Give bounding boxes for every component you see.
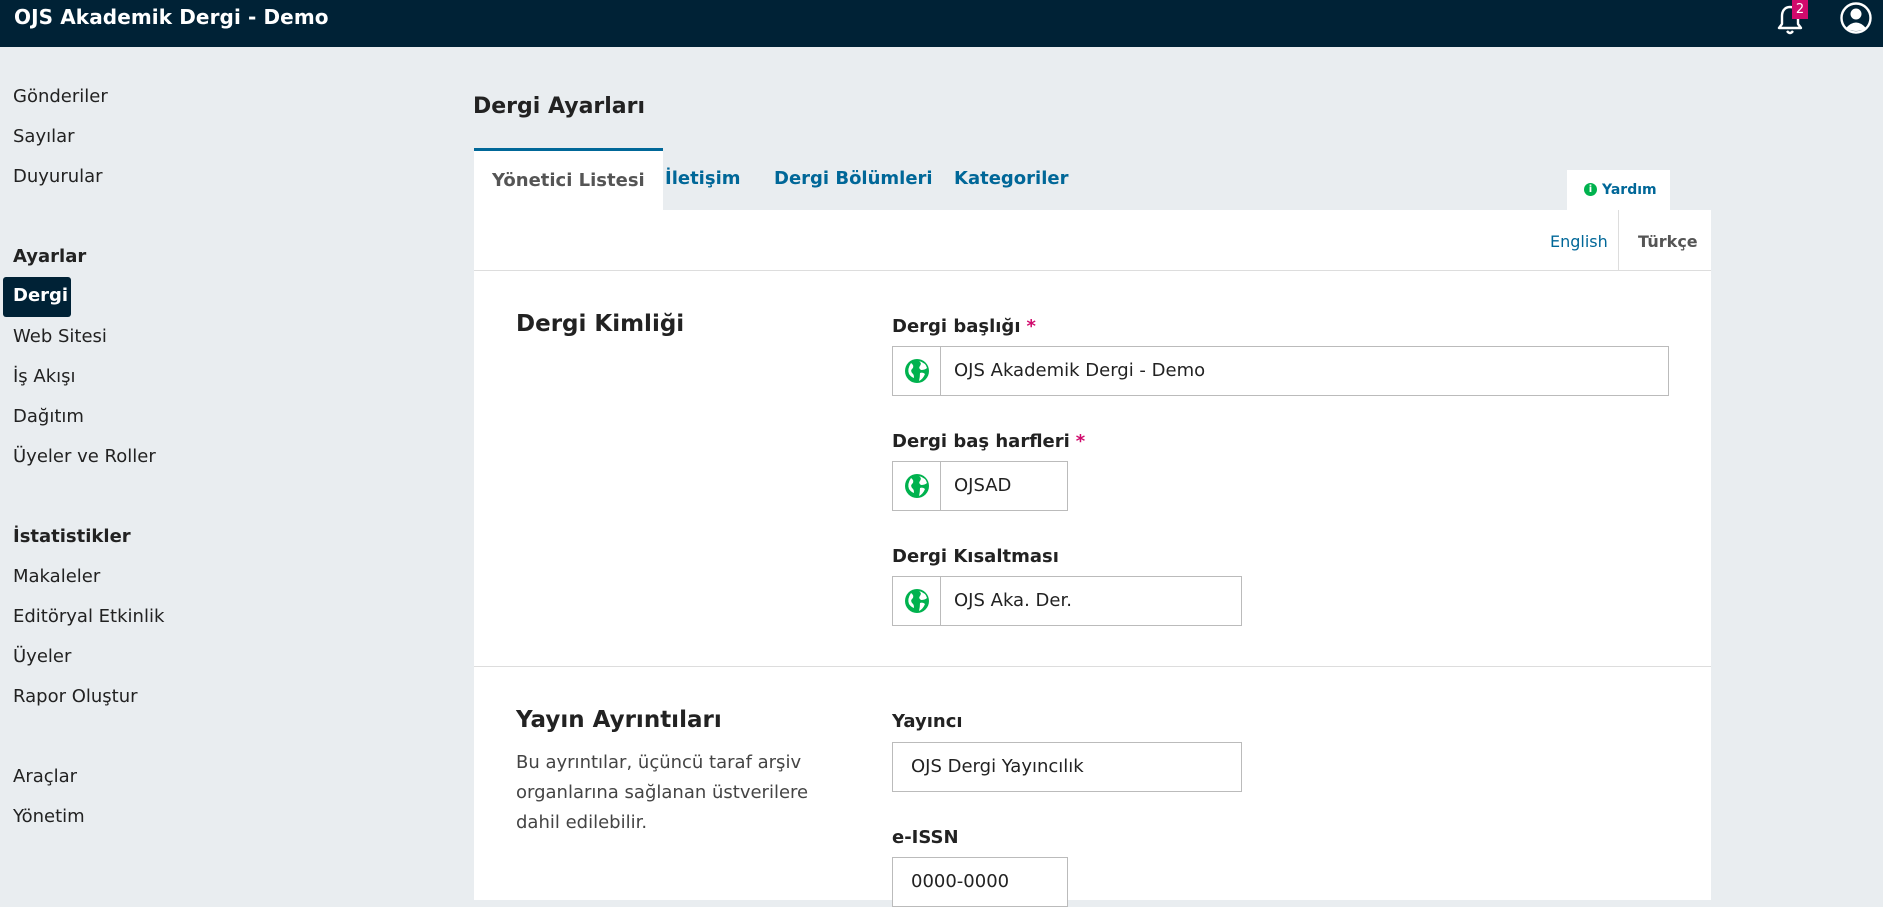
section-title-publishing: Yayın Ayrıntıları	[516, 707, 722, 733]
info-icon: i	[1584, 183, 1597, 196]
settings-panel: English Türkçe Dergi Kimliği Dergi başlı…	[474, 210, 1711, 907]
journal-initials-label-text: Dergi baş harfleri	[892, 431, 1070, 452]
language-switcher: English Türkçe	[474, 210, 1711, 271]
globe-button[interactable]	[893, 462, 941, 510]
section-title-identity: Dergi Kimliği	[516, 311, 685, 337]
sidebar-item-users-roles[interactable]: Üyeler ve Roller	[13, 446, 156, 467]
user-icon	[1840, 2, 1872, 34]
app-title[interactable]: OJS Akademik Dergi - Demo	[14, 5, 329, 29]
journal-abbreviation-label: Dergi Kısaltması	[892, 546, 1059, 567]
sidebar-item-issues[interactable]: Sayılar	[13, 126, 75, 147]
notification-count-badge: 2	[1792, 0, 1808, 19]
sidebar-item-journal[interactable]: Dergi	[3, 277, 71, 317]
eissn-label: e-ISSN	[892, 827, 959, 848]
journal-initials-field[interactable]: OJSAD	[892, 461, 1068, 511]
journal-initials-label: Dergi baş harfleri *	[892, 431, 1085, 452]
tab-masthead[interactable]: Yönetici Listesi	[474, 148, 663, 210]
globe-button[interactable]	[893, 347, 941, 395]
sidebar-item-generate-report[interactable]: Rapor Oluştur	[13, 686, 138, 707]
sidebar-item-submissions[interactable]: Gönderiler	[13, 86, 108, 107]
sidebar-item-users[interactable]: Üyeler	[13, 646, 71, 667]
section-description-publishing: Bu ayrıntılar, üçüncü taraf arşiv organl…	[516, 752, 809, 833]
page-title: Dergi Ayarları	[473, 94, 646, 119]
sidebar-item-announcements[interactable]: Duyurular	[13, 166, 103, 187]
language-turkish[interactable]: Türkçe	[1618, 210, 1711, 271]
publisher-label: Yayıncı	[892, 711, 963, 732]
required-mark: *	[1026, 316, 1036, 337]
journal-title-label-text: Dergi başlığı	[892, 316, 1021, 337]
sidebar-item-website[interactable]: Web Sitesi	[13, 326, 107, 347]
journal-title-label: Dergi başlığı *	[892, 316, 1036, 337]
sidebar-heading-settings: Ayarlar	[13, 246, 87, 267]
sidebar-item-administration[interactable]: Yönetim	[13, 806, 85, 827]
sidebar-item-journal-label: Dergi	[13, 285, 69, 306]
tab-categories[interactable]: Kategoriler	[954, 148, 1068, 210]
publisher-value: OJS Dergi Yayıncılık	[911, 756, 1084, 777]
language-turkish-label: Türkçe	[1638, 232, 1698, 251]
help-button[interactable]: i Yardım	[1567, 170, 1670, 210]
journal-abbreviation-field[interactable]: OJS Aka. Der.	[892, 576, 1242, 626]
globe-icon	[905, 474, 929, 498]
tab-contact[interactable]: İletişim	[665, 148, 741, 210]
help-label: Yardım	[1602, 182, 1657, 198]
eissn-value: 0000-0000	[911, 871, 1010, 892]
publisher-field[interactable]: OJS Dergi Yayıncılık	[892, 742, 1242, 792]
globe-icon	[905, 359, 929, 383]
sidebar: Gönderiler Sayılar Duyurular Ayarlar Der…	[0, 47, 250, 900]
sidebar-item-workflow[interactable]: İş Akışı	[13, 366, 76, 387]
sidebar-item-distribution[interactable]: Dağıtım	[13, 406, 84, 427]
section-divider	[474, 666, 1711, 667]
tab-sections[interactable]: Dergi Bölümleri	[774, 148, 933, 210]
sidebar-item-tools[interactable]: Araçlar	[13, 766, 77, 787]
required-mark: *	[1075, 431, 1086, 452]
sidebar-heading-statistics: İstatistikler	[13, 526, 131, 547]
journal-title-field[interactable]: OJS Akademik Dergi - Demo	[892, 346, 1669, 396]
journal-title-value: OJS Akademik Dergi - Demo	[954, 360, 1206, 381]
sidebar-item-editorial-activity[interactable]: Editöryal Etkinlik	[13, 606, 164, 627]
globe-icon	[905, 589, 929, 613]
top-bar: OJS Akademik Dergi - Demo 2	[0, 0, 1883, 47]
user-menu-button[interactable]	[1839, 1, 1873, 35]
language-english[interactable]: English	[1550, 232, 1608, 251]
journal-abbreviation-value: OJS Aka. Der.	[954, 590, 1072, 611]
journal-initials-value: OJSAD	[954, 475, 1012, 496]
sidebar-item-articles[interactable]: Makaleler	[13, 566, 100, 587]
globe-button[interactable]	[893, 577, 941, 625]
